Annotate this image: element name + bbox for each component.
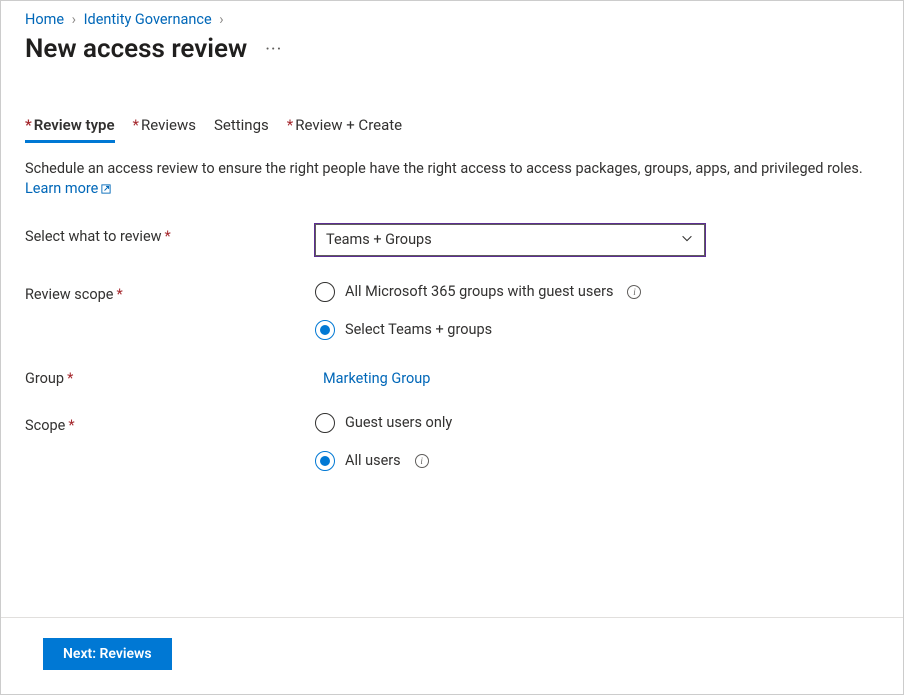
form-area: Select what to review* Teams + Groups Re… xyxy=(1,200,903,471)
tab-label: Reviews xyxy=(141,116,196,134)
radio-icon xyxy=(315,320,335,340)
radio-guest-users-only[interactable]: Guest users only xyxy=(315,413,879,433)
tab-review-create[interactable]: *Review + Create xyxy=(287,112,402,143)
radio-label: Guest users only xyxy=(345,414,452,431)
learn-more-label: Learn more xyxy=(25,179,98,199)
radio-label: All Microsoft 365 groups with guest user… xyxy=(345,283,613,300)
external-link-icon xyxy=(100,179,112,199)
chevron-right-icon: › xyxy=(68,11,80,28)
required-indicator: * xyxy=(68,417,74,434)
control-review-scope: All Microsoft 365 groups with guest user… xyxy=(315,282,879,340)
chevron-down-icon xyxy=(680,231,694,249)
radio-icon xyxy=(315,451,335,471)
radio-all-users[interactable]: All users i xyxy=(315,451,879,471)
footer: Next: Reviews xyxy=(1,617,903,694)
tab-label: Review + Create xyxy=(295,116,402,134)
learn-more-link[interactable]: Learn more xyxy=(25,179,112,199)
label-group: Group* xyxy=(25,366,315,387)
radio-icon xyxy=(315,282,335,302)
breadcrumb: Home › Identity Governance › xyxy=(1,1,903,32)
radio-all-m365-groups[interactable]: All Microsoft 365 groups with guest user… xyxy=(315,282,879,302)
chevron-right-icon: › xyxy=(215,11,227,28)
description-text: Schedule an access review to ensure the … xyxy=(25,160,863,177)
radio-label: All users xyxy=(345,452,401,469)
required-indicator: * xyxy=(165,228,171,245)
radio-select-teams-groups[interactable]: Select Teams + groups xyxy=(315,320,879,340)
tab-label: Settings xyxy=(214,116,269,134)
next-reviews-button[interactable]: Next: Reviews xyxy=(43,638,172,670)
row-group: Group* Marketing Group xyxy=(25,366,879,387)
required-indicator: * xyxy=(116,286,122,303)
required-indicator: * xyxy=(133,116,139,134)
control-group: Marketing Group xyxy=(315,366,879,387)
required-indicator: * xyxy=(287,116,293,134)
breadcrumb-home[interactable]: Home xyxy=(25,11,64,28)
select-what-dropdown[interactable]: Teams + Groups xyxy=(315,224,705,256)
tab-reviews[interactable]: *Reviews xyxy=(133,112,196,143)
control-scope: Guest users only All users i xyxy=(315,413,879,471)
radio-label: Select Teams + groups xyxy=(345,321,492,338)
label-select-what: Select what to review* xyxy=(25,224,315,245)
tab-settings[interactable]: Settings xyxy=(214,112,269,143)
info-icon[interactable]: i xyxy=(627,285,641,299)
page-title-row: New access review ··· xyxy=(1,32,903,72)
description: Schedule an access review to ensure the … xyxy=(1,143,903,200)
row-review-scope: Review scope* All Microsoft 365 groups w… xyxy=(25,282,879,340)
row-select-what: Select what to review* Teams + Groups xyxy=(25,224,879,256)
row-scope: Scope* Guest users only All users i xyxy=(25,413,879,471)
info-icon[interactable]: i xyxy=(415,454,429,468)
label-scope: Scope* xyxy=(25,413,315,434)
radio-icon xyxy=(315,413,335,433)
select-value: Teams + Groups xyxy=(326,231,432,248)
required-indicator: * xyxy=(67,370,73,387)
tabs: *Review type *Reviews Settings *Review +… xyxy=(1,72,903,143)
required-indicator: * xyxy=(25,116,32,134)
page-title: New access review xyxy=(25,34,247,64)
label-review-scope: Review scope* xyxy=(25,282,315,303)
more-actions-icon[interactable]: ··· xyxy=(265,39,282,60)
control-select-what: Teams + Groups xyxy=(315,224,879,256)
group-link[interactable]: Marketing Group xyxy=(315,366,430,387)
review-scope-radio-group: All Microsoft 365 groups with guest user… xyxy=(315,282,879,340)
tab-review-type[interactable]: *Review type xyxy=(25,112,115,143)
tab-label: Review type xyxy=(34,116,115,134)
scope-radio-group: Guest users only All users i xyxy=(315,413,879,471)
breadcrumb-identity-governance[interactable]: Identity Governance xyxy=(84,11,212,28)
